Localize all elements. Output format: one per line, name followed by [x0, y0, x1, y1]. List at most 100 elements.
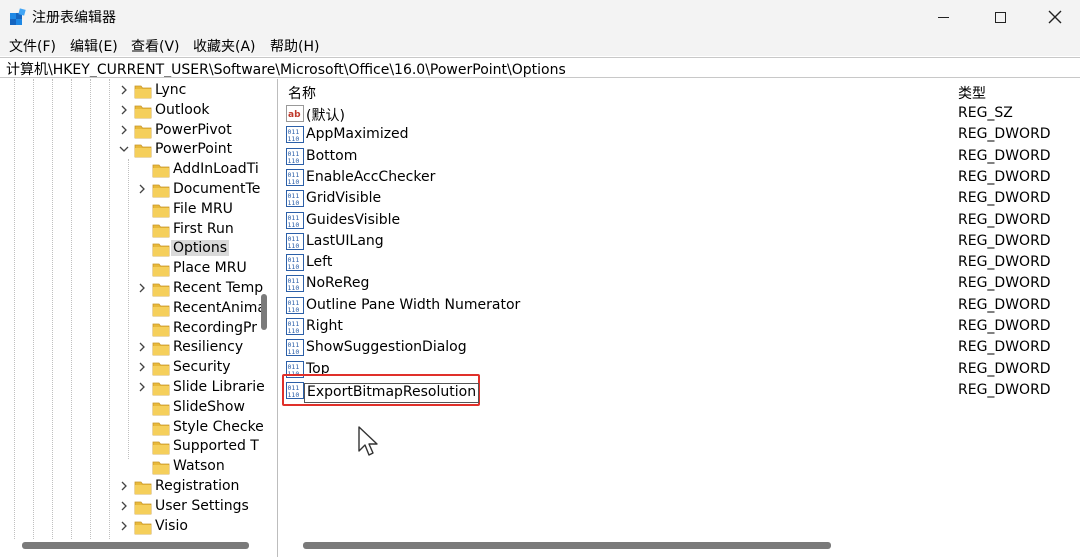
tree-item[interactable]: RecentAnima	[0, 299, 266, 319]
binary-value-icon: 011 110	[286, 147, 304, 165]
value-row[interactable]: 011 110 Right REG_DWORD	[282, 316, 1072, 337]
tree-item[interactable]: User Settings	[0, 497, 260, 517]
tree-item[interactable]: Style Checke	[0, 418, 264, 438]
tree-item[interactable]: First Run	[0, 220, 260, 240]
chevron-right-icon[interactable]	[118, 84, 130, 96]
folder-icon	[152, 340, 170, 356]
chevron-right-icon[interactable]	[136, 183, 148, 195]
folder-icon	[152, 420, 170, 436]
svg-text:110: 110	[288, 221, 300, 229]
binary-value-icon: 011 110	[286, 168, 304, 186]
folder-icon	[134, 123, 152, 139]
tree-item[interactable]: Visio	[0, 517, 260, 537]
value-row[interactable]: 011 110 ExportBitmapResolution REG_DWORD	[282, 373, 1072, 406]
value-row[interactable]: 011 110 Left REG_DWORD	[282, 252, 1072, 273]
tree-item-label: Style Checke	[173, 418, 264, 435]
tree-item[interactable]: Outlook	[0, 101, 260, 121]
value-name: LastUILang	[306, 232, 384, 249]
value-row[interactable]: 011 110 EnableAccChecker REG_DWORD	[282, 167, 1072, 188]
folder-icon	[134, 103, 152, 119]
svg-text:110: 110	[288, 348, 300, 356]
maximize-button[interactable]	[975, 0, 1025, 34]
registry-editor-icon	[10, 8, 26, 25]
value-type: REG_DWORD	[958, 254, 1051, 271]
folder-icon	[152, 222, 170, 238]
tree-item[interactable]: Place MRU	[0, 259, 260, 279]
menu-favorites[interactable]: 收藏夹(A)	[193, 36, 256, 56]
value-row[interactable]: 011 110 NoReReg REG_DWORD	[282, 273, 1072, 294]
string-value-icon: ab	[286, 105, 304, 122]
menu-file[interactable]: 文件(F)	[9, 36, 56, 56]
menu-view[interactable]: 查看(V)	[131, 36, 180, 56]
value-row[interactable]: 011 110 GridVisible REG_DWORD	[282, 188, 1072, 209]
tree-item-label: Visio	[155, 517, 188, 534]
tree-item-label: SlideShow	[173, 398, 245, 415]
chevron-right-icon[interactable]	[118, 480, 130, 492]
rename-value-input[interactable]: ExportBitmapResolution	[304, 382, 480, 403]
tree-item-label: PowerPivot	[155, 121, 232, 138]
tree-item-label: Supported T	[173, 438, 259, 455]
binary-value-icon: 011 110	[286, 275, 304, 293]
value-type: REG_DWORD	[958, 296, 1051, 313]
menu-edit[interactable]: 编辑(E)	[70, 36, 118, 56]
tree-item[interactable]: Options	[0, 239, 260, 259]
value-name: NoReReg	[306, 275, 370, 292]
close-button[interactable]	[1030, 0, 1080, 34]
chevron-down-icon[interactable]	[118, 143, 130, 155]
tree-item[interactable]: RecordingPr	[0, 319, 260, 339]
value-row[interactable]: 011 110 AppMaximized REG_DWORD	[282, 124, 1072, 145]
address-bar[interactable]: 计算机\HKEY_CURRENT_USER\Software\Microsoft…	[0, 57, 1080, 78]
tree-item[interactable]: PowerPivot	[0, 121, 260, 141]
tree-item[interactable]: Slide Librarie	[0, 378, 265, 398]
tree-item[interactable]: Supported T	[0, 437, 260, 457]
tree-item[interactable]: AddInLoadTi	[0, 160, 260, 180]
menu-help[interactable]: 帮助(H)	[270, 36, 319, 56]
value-row[interactable]: ab (默认) REG_SZ	[282, 103, 1072, 124]
chevron-right-icon[interactable]	[136, 381, 148, 393]
chevron-right-icon[interactable]	[136, 361, 148, 373]
tree-item[interactable]: DocumentTe	[0, 180, 260, 200]
chevron-right-icon[interactable]	[118, 104, 130, 116]
svg-text:110: 110	[288, 263, 300, 271]
column-header-type[interactable]: 类型	[958, 83, 986, 103]
tree-item[interactable]: Lync	[0, 81, 260, 101]
tree-vertical-scrollbar[interactable]	[261, 294, 267, 330]
maximize-icon	[994, 11, 1006, 23]
tree-item[interactable]: SlideShow	[0, 398, 260, 418]
tree-item[interactable]: File MRU	[0, 200, 260, 220]
folder-icon	[152, 241, 170, 257]
chevron-right-icon[interactable]	[136, 341, 148, 353]
svg-text:110: 110	[288, 306, 300, 314]
value-row[interactable]: 011 110 GuidesVisible REG_DWORD	[282, 210, 1072, 231]
tree-item[interactable]: Resiliency	[0, 338, 260, 358]
chevron-right-icon[interactable]	[118, 124, 130, 136]
minimize-button[interactable]	[918, 0, 968, 34]
value-name: GridVisible	[306, 190, 382, 207]
svg-text:110: 110	[288, 135, 300, 143]
list-horizontal-scrollbar[interactable]	[303, 542, 831, 549]
tree-item[interactable]: Watson	[0, 457, 260, 477]
tree-item[interactable]: Recent Temp	[0, 279, 263, 299]
tree-item-label: Registration	[155, 478, 240, 494]
tree-item[interactable]: Security	[0, 358, 260, 378]
binary-value-icon: 011 110	[286, 339, 304, 357]
key-tree-pane[interactable]: Lync Outlook PowerPivot PowerPoint AddInLoad…	[0, 79, 278, 557]
folder-icon	[152, 301, 170, 317]
column-header-name[interactable]: 名称	[288, 83, 316, 103]
tree-item[interactable]: Registration	[0, 477, 260, 497]
tree-item[interactable]: PowerPoint	[0, 140, 260, 160]
value-row[interactable]: 011 110 Outline Pane Width Numerator REG_DW…	[282, 295, 1072, 316]
values-list-pane[interactable]: 名称 类型 ab (默认) REG_SZ 011 110 AppMaximized REG_…	[282, 79, 1080, 557]
chevron-right-icon[interactable]	[136, 282, 148, 294]
tree-item-label: First Run	[173, 220, 234, 237]
value-row[interactable]: 011 110 ShowSuggestionDialog REG_DWORD	[282, 337, 1072, 358]
chevron-right-icon[interactable]	[118, 520, 130, 532]
tree-item-label: User Settings	[155, 497, 249, 514]
value-row[interactable]: 011 110 Bottom REG_DWORD	[282, 146, 1072, 167]
tree-horizontal-scrollbar[interactable]	[22, 542, 249, 549]
value-row[interactable]: 011 110 LastUILang REG_DWORD	[282, 231, 1072, 252]
value-type: REG_DWORD	[958, 147, 1051, 164]
value-name: Right	[306, 318, 343, 334]
value-type: REG_DWORD	[958, 339, 1051, 356]
chevron-right-icon[interactable]	[118, 500, 130, 512]
